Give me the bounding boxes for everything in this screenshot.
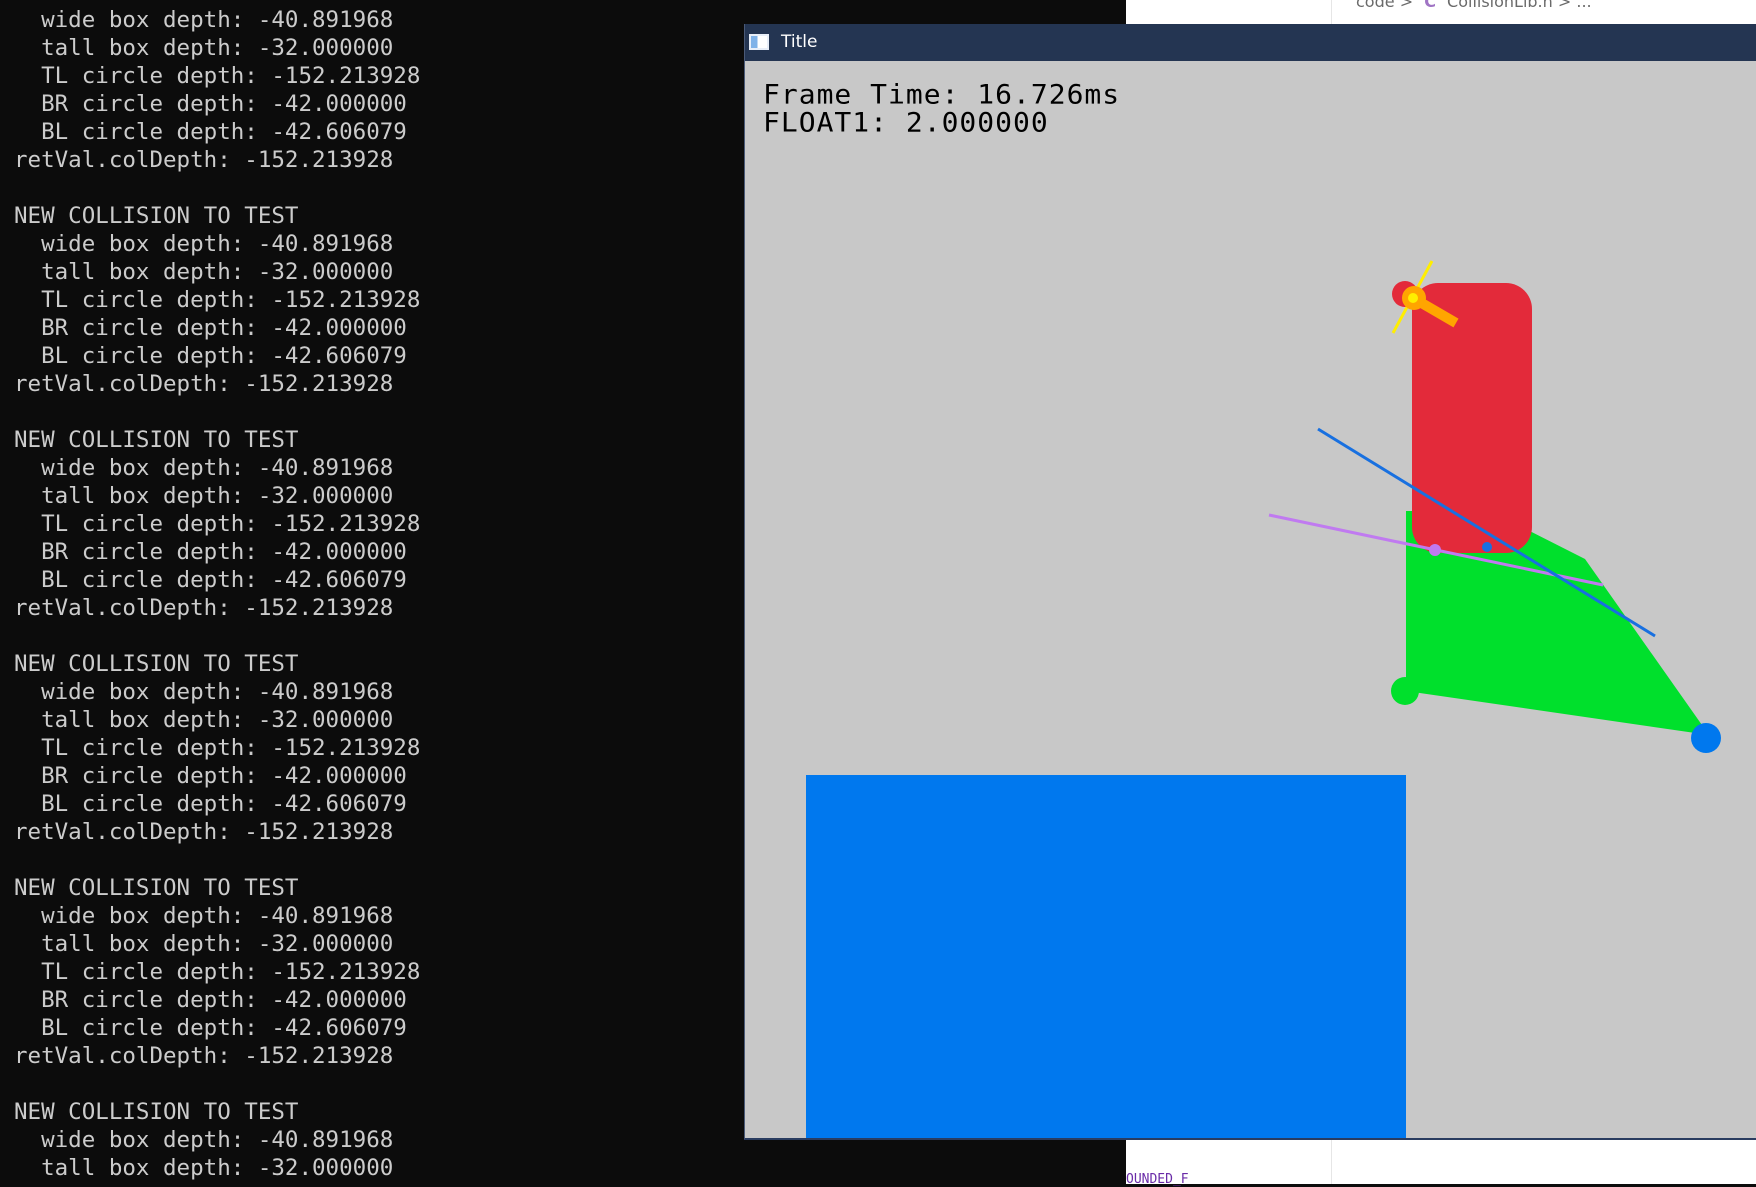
breadcrumb-folder[interactable]: code [1356, 0, 1395, 11]
console-line: tall box depth: -32.000000 [14, 931, 394, 957]
console-line: NEW COLLISION TO TEST [14, 875, 299, 901]
console-line: tall box depth: -32.000000 [14, 35, 394, 61]
console-output: wide box depth: -40.891968 tall box dept… [14, 6, 420, 1182]
console-line: BR circle depth: -42.000000 [14, 987, 407, 1013]
hud-frame-time: Frame Time: 16.726ms [763, 79, 1121, 111]
console-line: tall box depth: -32.000000 [14, 707, 394, 733]
console-line: NEW COLLISION TO TEST [14, 651, 299, 677]
console-line: BR circle depth: -42.000000 [14, 539, 407, 565]
blue-hit-point [1482, 542, 1492, 552]
console-line: tall box depth: -32.000000 [14, 259, 394, 285]
editor-code-fragment: OUNDED_F [1126, 1172, 1189, 1187]
console-line: retVal.colDepth: -152.213928 [14, 371, 394, 397]
console-line: BL circle depth: -42.606079 [14, 791, 407, 817]
console-line: BL circle depth: -42.606079 [14, 567, 407, 593]
purple-hit-point [1429, 544, 1441, 556]
breadcrumb-separator: > [1557, 0, 1572, 11]
console-line: NEW COLLISION TO TEST [14, 1099, 299, 1125]
console-line: BL circle depth: -42.606079 [14, 119, 407, 145]
console-line: wide box depth: -40.891968 [14, 455, 394, 481]
console-line: BR circle depth: -42.000000 [14, 763, 407, 789]
console-line: retVal.colDepth: -152.213928 [14, 595, 394, 621]
blue-box [806, 775, 1406, 1138]
console-line: tall box depth: -32.000000 [14, 483, 394, 509]
game-window[interactable]: Title Frame Time: 16.726ms FLOAT1: 2.000… [744, 24, 1756, 1140]
hud-float1: FLOAT1: 2.000000 [763, 107, 1049, 139]
red-capsule [1412, 283, 1532, 553]
breadcrumb-file[interactable]: CollisionLib.h [1447, 0, 1553, 11]
green-vertex-marker [1391, 677, 1419, 705]
window-titlebar[interactable]: Title [745, 24, 1756, 61]
yellow-marker [1408, 293, 1418, 303]
console-line: TL circle depth: -152.213928 [14, 735, 421, 761]
console-line: NEW COLLISION TO TEST [14, 203, 299, 229]
console-line: TL circle depth: -152.213928 [14, 287, 421, 313]
console-line: TL circle depth: -152.213928 [14, 511, 421, 537]
game-viewport[interactable]: Frame Time: 16.726ms FLOAT1: 2.000000 [745, 61, 1756, 1138]
breadcrumb-more[interactable]: ... [1576, 0, 1591, 11]
console-line: BR circle depth: -42.000000 [14, 91, 407, 117]
console-line: wide box depth: -40.891968 [14, 7, 394, 33]
c-file-icon: C [1424, 0, 1436, 11]
console-line: tall box depth: -32.000000 [14, 1155, 394, 1181]
console-line: BL circle depth: -42.606079 [14, 1015, 407, 1041]
console-line: retVal.colDepth: -152.213928 [14, 819, 394, 845]
window-title: Title [781, 32, 818, 52]
console-line: BR circle depth: -42.000000 [14, 315, 407, 341]
window-app-icon [749, 34, 769, 50]
blue-vertex-marker [1691, 723, 1721, 753]
breadcrumb-separator: > [1399, 0, 1414, 11]
console-line: TL circle depth: -152.213928 [14, 63, 421, 89]
console-line: wide box depth: -40.891968 [14, 903, 394, 929]
console-line: wide box depth: -40.891968 [14, 1127, 394, 1153]
game-scene [806, 260, 1721, 1138]
breadcrumb: code > C CollisionLib.h > ... [1356, 0, 1592, 11]
console-line: retVal.colDepth: -152.213928 [14, 1043, 394, 1069]
console-line: NEW COLLISION TO TEST [14, 427, 299, 453]
console-line: TL circle depth: -152.213928 [14, 959, 421, 985]
console-line: retVal.colDepth: -152.213928 [14, 147, 394, 173]
console-line: wide box depth: -40.891968 [14, 231, 394, 257]
console-line: wide box depth: -40.891968 [14, 679, 394, 705]
console-line: BL circle depth: -42.606079 [14, 343, 407, 369]
